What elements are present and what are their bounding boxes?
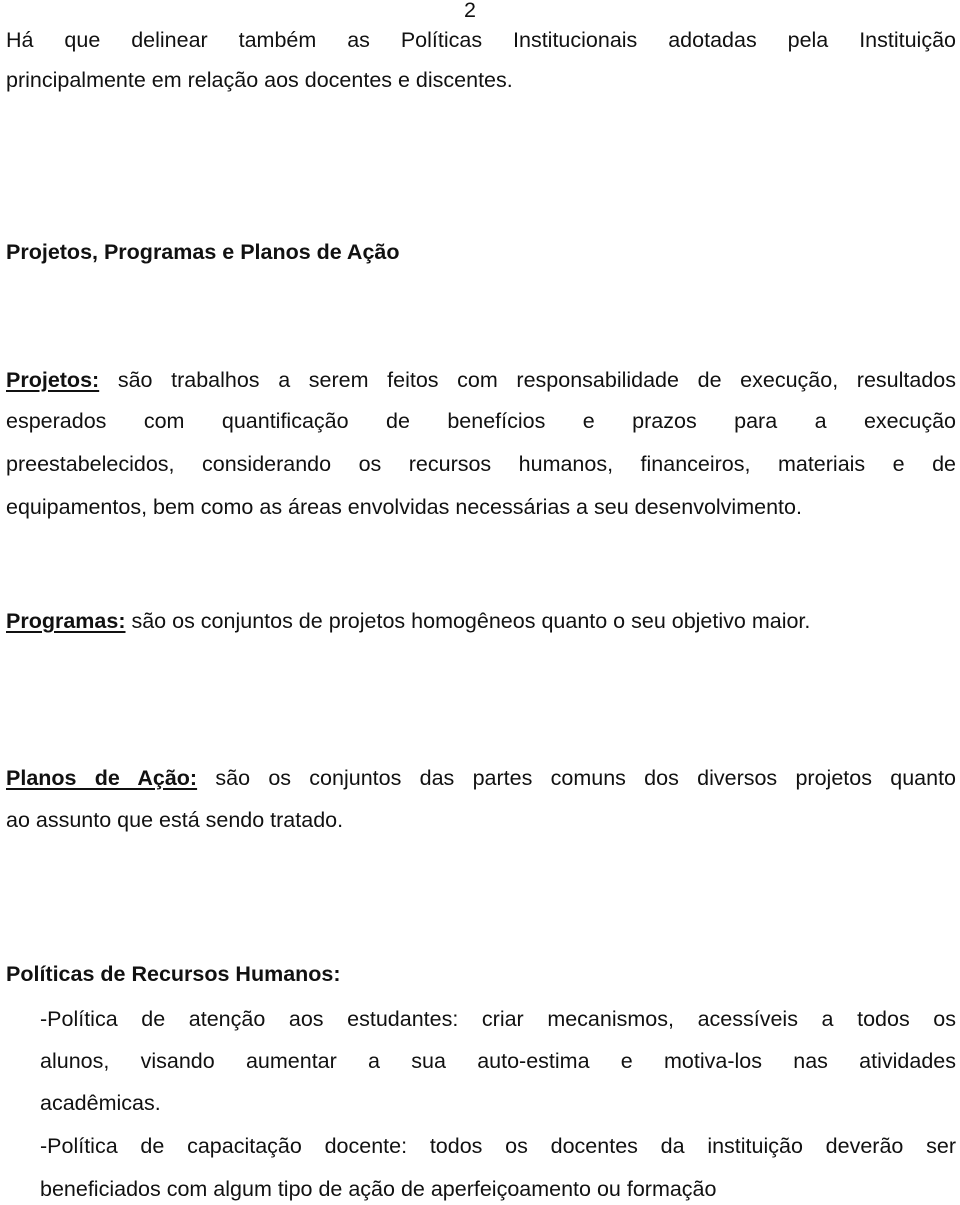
politica-item-line: beneficiados com algum tipo de ação de a… (40, 1177, 717, 1201)
programas-definition: são os conjuntos de projetos homogêneos … (125, 609, 811, 633)
planos-definition-start: são os conjuntos das partes comuns dos d… (197, 766, 956, 790)
projetos-definition-start: são trabalhos a serem feitos com respons… (99, 368, 956, 392)
programas-line-1: Programas: são os conjuntos de projetos … (6, 607, 956, 635)
section-heading: Projetos, Programas e Planos de Ação (6, 240, 400, 264)
projetos-line-4: equipamentos, bem como as áreas envolvid… (6, 495, 802, 519)
page-number: 2 (464, 0, 476, 22)
planos-term: Planos de Ação: (6, 766, 198, 790)
programas-term: Programas: (6, 609, 126, 633)
politica-item-line: alunos, visando aumentar a sua auto-esti… (40, 1049, 956, 1073)
projetos-line-2: esperados com quantificação de benefício… (6, 409, 956, 433)
projetos-line-3: preestabelecidos, considerando os recurs… (6, 452, 956, 476)
politica-item-line: -Política de capacitação docente: todos … (40, 1134, 956, 1158)
politica-item-line: acadêmicas. (40, 1091, 161, 1115)
intro-line-1: Há que delinear também as Políticas Inst… (6, 28, 956, 52)
planos-line-1: Planos de Ação: são os conjuntos das par… (6, 764, 956, 792)
intro-line-2: principalmente em relação aos docentes e… (6, 68, 513, 92)
politica-item-line: -Política de atenção aos estudantes: cri… (40, 1007, 956, 1031)
projetos-line-1: Projetos: são trabalhos a serem feitos c… (6, 366, 956, 394)
projetos-term: Projetos: (6, 368, 100, 392)
politicas-heading: Políticas de Recursos Humanos: (6, 962, 341, 986)
planos-line-2: ao assunto que está sendo tratado. (6, 808, 344, 832)
